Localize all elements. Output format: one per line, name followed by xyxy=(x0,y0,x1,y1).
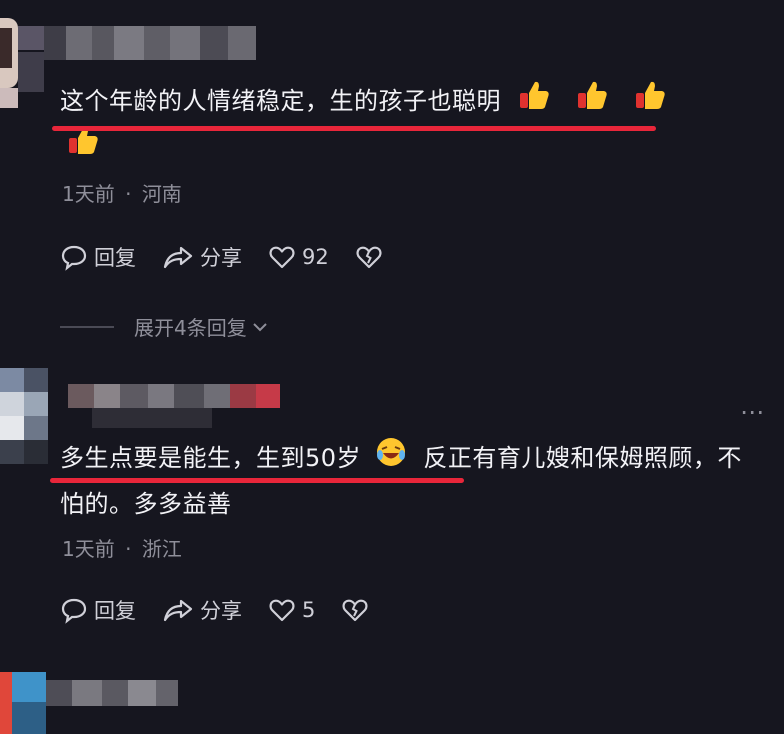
thumbs-up-icon xyxy=(517,78,551,126)
heart-icon xyxy=(269,246,295,269)
username-blurred[interactable] xyxy=(68,384,280,408)
comment-actions: 回复 分享 5 xyxy=(60,595,401,625)
meta-separator: · xyxy=(125,182,132,206)
highlight-underline xyxy=(52,126,656,131)
comment-time: 1天前 xyxy=(62,182,115,206)
reply-button[interactable]: 回复 xyxy=(60,242,136,272)
share-label: 分享 xyxy=(200,599,242,623)
expand-replies[interactable]: 展开4条回复 xyxy=(60,312,271,341)
chevron-down-icon xyxy=(253,322,267,331)
more-options-button[interactable]: ⋯ xyxy=(740,398,766,426)
comment-location: 浙江 xyxy=(141,537,182,561)
heart-icon xyxy=(269,599,295,622)
share-button[interactable]: 分享 xyxy=(162,242,242,272)
comment-meta: 1天前 · 浙江 xyxy=(62,533,182,562)
avatar[interactable] xyxy=(0,18,44,108)
avatar[interactable] xyxy=(0,368,48,464)
expand-label: 展开4条回复 xyxy=(134,316,247,340)
comment-bubble-icon xyxy=(61,598,87,624)
broken-heart-icon xyxy=(356,246,382,269)
reply-button[interactable]: 回复 xyxy=(60,595,136,625)
comment-location: 河南 xyxy=(141,182,182,206)
dislike-button[interactable] xyxy=(355,243,389,271)
like-count: 92 xyxy=(302,245,329,269)
like-count: 5 xyxy=(302,598,316,622)
username-blurred[interactable] xyxy=(46,680,178,706)
like-button[interactable]: 5 xyxy=(268,596,315,624)
meta-separator: · xyxy=(125,537,132,561)
share-button[interactable]: 分享 xyxy=(162,595,242,625)
dislike-button[interactable] xyxy=(341,596,375,624)
highlight-underline xyxy=(50,478,464,483)
share-arrow-icon xyxy=(163,246,193,269)
broken-heart-icon xyxy=(342,599,368,622)
comment-meta: 1天前 · 河南 xyxy=(62,178,182,207)
laughing-emoji-icon xyxy=(375,436,407,482)
reply-label: 回复 xyxy=(94,599,136,623)
share-arrow-icon xyxy=(163,599,193,622)
comment-time: 1天前 xyxy=(62,537,115,561)
reply-label: 回复 xyxy=(94,246,136,270)
like-button[interactable]: 92 xyxy=(268,243,329,271)
comment-bubble-icon xyxy=(61,245,87,271)
thumbs-up-icon xyxy=(633,78,667,126)
username-blurred-secondary xyxy=(92,408,212,428)
thumbs-up-icon xyxy=(575,78,609,126)
avatar[interactable] xyxy=(0,672,46,734)
more-dots-icon: ⋯ xyxy=(740,398,766,426)
comment-actions: 回复 分享 92 xyxy=(60,242,415,272)
share-label: 分享 xyxy=(200,246,242,270)
comment-text: 这个年龄的人情绪稳定，生的孩子也聪明 xyxy=(60,78,750,171)
comment-body: 这个年龄的人情绪稳定，生的孩子也聪明 xyxy=(60,87,501,115)
divider-line xyxy=(60,325,114,328)
comment-body-part1: 多生点要是能生，生到50岁 xyxy=(60,444,362,472)
username-blurred[interactable] xyxy=(44,26,256,60)
